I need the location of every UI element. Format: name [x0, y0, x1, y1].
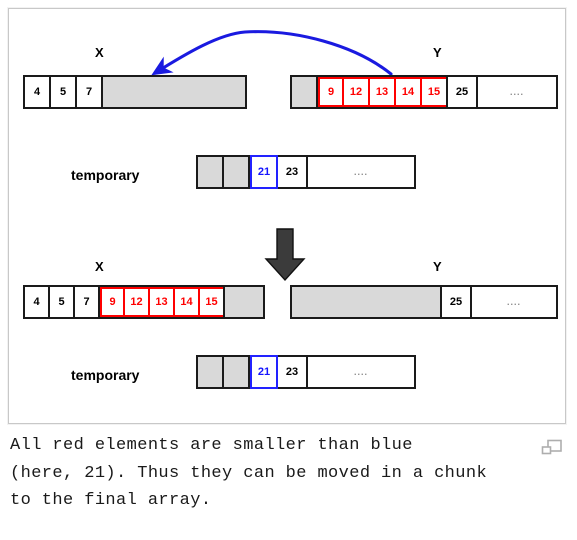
top-temporary-label: temporary [71, 167, 140, 183]
top-temp-cell-empty [198, 157, 224, 187]
bottom-x-cell: 4 [25, 287, 50, 317]
top-y-cell: 12 [344, 77, 370, 107]
top-temporary-array: 21 23 .... [196, 155, 416, 189]
top-y-cell: 13 [370, 77, 396, 107]
bottom-x-cell: 7 [75, 287, 100, 317]
bottom-temp-cell-empty [224, 357, 250, 387]
bottom-temp-cell-pivot: 21 [250, 355, 278, 389]
top-x-label: X [95, 45, 104, 60]
caption-line-2: (here, 21). Thus they can be moved in a … [10, 463, 488, 483]
bottom-y-cell-empty [292, 287, 442, 317]
caption-line-3: to the final array. [10, 491, 212, 511]
caption-line-1: All red elements are smaller than blue [10, 436, 413, 455]
top-y-cell: 14 [396, 77, 422, 107]
bottom-y-cell-ellipsis: .... [472, 287, 556, 317]
top-y-label: Y [433, 45, 442, 60]
bottom-x-label: X [95, 259, 104, 274]
top-temp-cell: 23 [278, 157, 308, 187]
top-x-array: 4 5 7 [23, 75, 247, 109]
top-y-cell: 25 [448, 77, 478, 107]
bottom-x-cell: 14 [175, 287, 200, 317]
top-y-array: 9 12 13 14 15 25 .... [290, 75, 558, 109]
bottom-x-cell: 13 [150, 287, 175, 317]
bottom-x-cell: 15 [200, 287, 225, 317]
bottom-temp-cell: 23 [278, 357, 308, 387]
bottom-x-cell: 12 [125, 287, 150, 317]
top-x-cell: 7 [77, 77, 103, 107]
bottom-x-array: 4 5 7 9 12 13 14 15 [23, 285, 265, 319]
top-temp-cell-ellipsis: .... [308, 157, 414, 187]
bottom-y-label: Y [433, 259, 442, 274]
figure-caption: All red elements are smaller than blue (… [10, 432, 510, 515]
bottom-x-cell: 9 [100, 287, 125, 317]
bottom-x-cell: 5 [50, 287, 75, 317]
bottom-temporary-array: 21 23 .... [196, 355, 416, 389]
top-x-cell-empty [103, 77, 245, 107]
top-x-cell: 4 [25, 77, 51, 107]
expand-image-icon[interactable] [541, 438, 563, 458]
top-temp-cell-pivot: 21 [250, 155, 278, 189]
step-down-arrow-icon [264, 228, 306, 282]
top-y-cell-empty [292, 77, 318, 107]
top-y-cell-ellipsis: .... [478, 77, 556, 107]
bottom-temporary-label: temporary [71, 367, 140, 383]
bottom-y-cell: 25 [442, 287, 472, 317]
top-y-cell: 15 [422, 77, 448, 107]
top-x-cell: 5 [51, 77, 77, 107]
top-y-cell: 9 [318, 77, 344, 107]
bottom-temp-cell-ellipsis: .... [308, 357, 414, 387]
top-temp-cell-empty [224, 157, 250, 187]
screenshot-root: X Y 4 5 7 9 12 13 14 15 25 .... temporar… [0, 0, 577, 540]
figure-container: X Y 4 5 7 9 12 13 14 15 25 .... temporar… [8, 8, 566, 424]
bottom-x-cell-empty [225, 287, 263, 317]
bottom-temp-cell-empty [198, 357, 224, 387]
bottom-y-array: 25 .... [290, 285, 558, 319]
